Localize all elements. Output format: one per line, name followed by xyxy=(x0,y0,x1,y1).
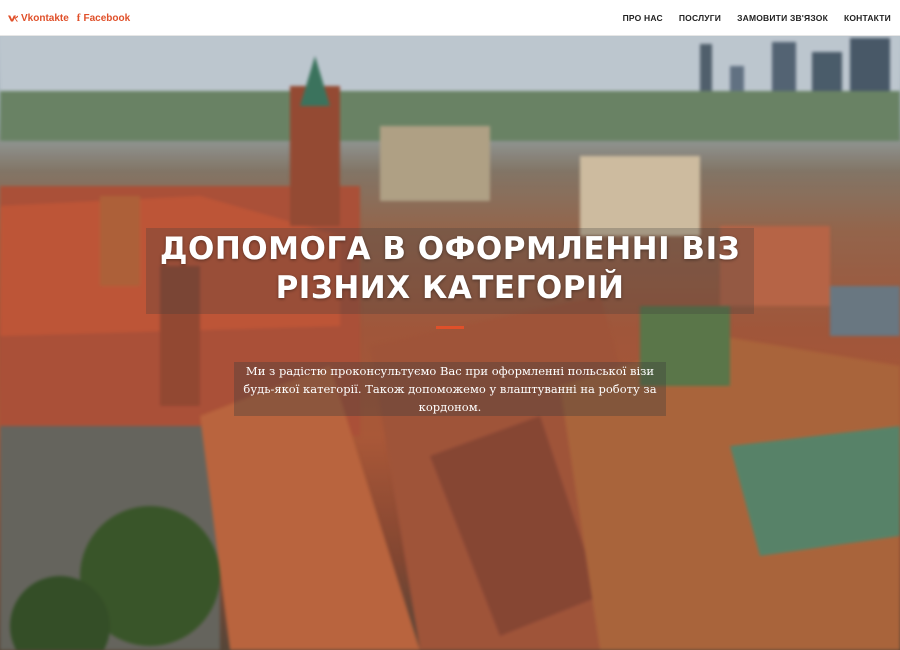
facebook-link[interactable]: f Facebook xyxy=(77,12,130,24)
main-menu: ПРО НАС ПОСЛУГИ ЗАМОВИТИ ЗВ'ЯЗОК КОНТАКТ… xyxy=(623,0,891,36)
social-links: Vkontakte f Facebook xyxy=(8,0,130,36)
hero-lead-text: Ми з радістю проконсультуємо Вас при офо… xyxy=(234,361,666,416)
nav-item-contacts[interactable]: КОНТАКТИ xyxy=(844,13,891,23)
hero-lead-wrap: Ми з радістю проконсультуємо Вас при офо… xyxy=(0,350,900,427)
vkontakte-label: Vkontakte xyxy=(21,12,69,24)
hero-title-wrap: ДОПОМОГА В ОФОРМЛЕННІ ВІЗ РІЗНИХ КАТЕГОР… xyxy=(0,228,900,314)
facebook-label: Facebook xyxy=(83,12,131,24)
hero-section: ДОПОМОГА В ОФОРМЛЕННІ ВІЗ РІЗНИХ КАТЕГОР… xyxy=(0,36,900,650)
vkontakte-link[interactable]: Vkontakte xyxy=(8,13,69,24)
nav-item-request-callback[interactable]: ЗАМОВИТИ ЗВ'ЯЗОК xyxy=(737,13,828,23)
hero-overlay xyxy=(0,36,900,650)
nav-item-services[interactable]: ПОСЛУГИ xyxy=(679,13,721,23)
hero-divider xyxy=(436,326,464,329)
facebook-icon: f xyxy=(76,12,81,24)
top-navbar: Vkontakte f Facebook ПРО НАС ПОСЛУГИ ЗАМ… xyxy=(0,0,900,36)
nav-item-about[interactable]: ПРО НАС xyxy=(623,13,663,23)
vk-icon xyxy=(8,15,18,21)
hero-title: ДОПОМОГА В ОФОРМЛЕННІ ВІЗ РІЗНИХ КАТЕГОР… xyxy=(145,228,755,314)
